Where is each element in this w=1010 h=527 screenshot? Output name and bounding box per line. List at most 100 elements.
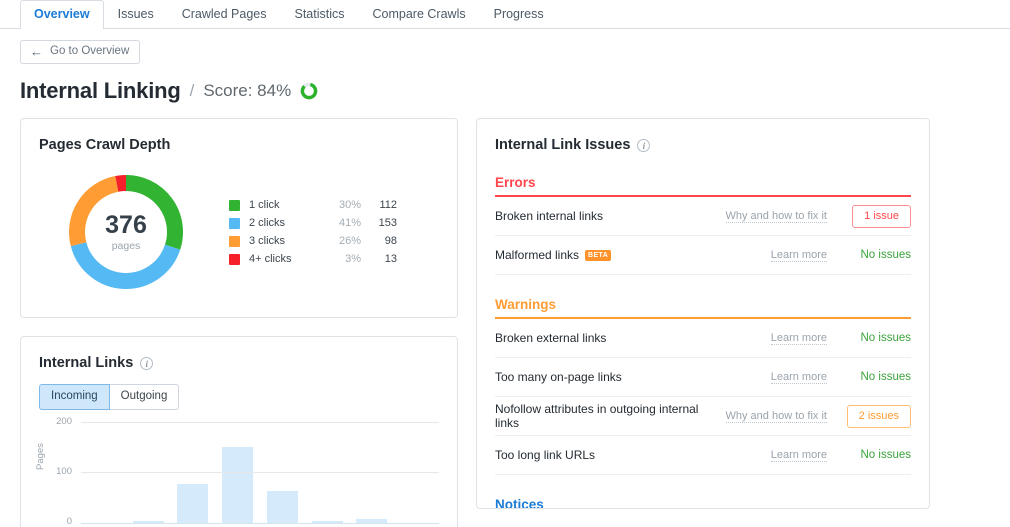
tab-progress[interactable]: Progress: [480, 0, 558, 29]
y-axis-label: Pages: [35, 443, 46, 470]
y-tick-label: 100: [56, 466, 72, 477]
issue-label-text: Too many on-page links: [495, 370, 622, 384]
beta-badge: BETA: [585, 250, 611, 261]
bar-slot[interactable]: [81, 424, 126, 523]
issue-label: Broken internal links: [495, 209, 699, 223]
back-button-row: ← Go to Overview: [0, 29, 1010, 64]
internal-links-card: Internal Links i Incoming Outgoing Pages…: [20, 336, 458, 527]
tab-compare-crawls[interactable]: Compare Crawls: [359, 0, 480, 29]
legend-percent: 30%: [321, 199, 361, 211]
gridline: 200: [81, 422, 439, 423]
issue-row[interactable]: Broken internal links Why and how to fix …: [495, 197, 911, 236]
issue-help-link[interactable]: Learn more: [699, 449, 827, 461]
issue-row[interactable]: Broken external links Learn more No issues: [495, 319, 911, 358]
bar-slot[interactable]: [215, 424, 260, 523]
legend-row[interactable]: 3 clicks26%98: [229, 232, 397, 250]
right-column: Internal Link Issues i ErrorsBroken inte…: [476, 118, 930, 509]
bar-slot[interactable]: [394, 424, 439, 523]
issue-help-link[interactable]: Learn more: [699, 332, 827, 344]
legend-count: 13: [361, 253, 397, 265]
legend-label: 1 click: [249, 199, 321, 211]
bar[interactable]: [177, 484, 208, 523]
bar-slot[interactable]: [260, 424, 305, 523]
legend-label: 2 clicks: [249, 217, 321, 229]
issue-status: No issues: [827, 249, 911, 261]
content-columns: Pages Crawl Depth 376 pages 1 click30%11…: [0, 104, 1010, 527]
legend-count: 98: [361, 235, 397, 247]
bar-slot[interactable]: [350, 424, 395, 523]
donut-slice-3[interactable]: [117, 183, 126, 184]
issue-label-text: Nofollow attributes in outgoing internal…: [495, 402, 699, 430]
issue-help-link-text: Why and how to fix it: [726, 210, 828, 223]
status-badge[interactable]: 1 issue: [852, 205, 911, 228]
issues-section-header-warnings: Warnings: [495, 297, 911, 319]
legend-row[interactable]: 4+ clicks3%13: [229, 250, 397, 268]
issue-help-link-text: Learn more: [771, 249, 827, 262]
go-to-overview-button[interactable]: ← Go to Overview: [20, 40, 140, 64]
issue-help-link-text: Learn more: [771, 449, 827, 462]
legend-percent: 26%: [321, 235, 361, 247]
bar-slot[interactable]: [126, 424, 171, 523]
legend-count: 153: [361, 217, 397, 229]
issue-label-text: Broken internal links: [495, 209, 603, 223]
issue-status: 1 issue: [827, 205, 911, 228]
gridline: 0: [81, 522, 439, 523]
toggle-incoming[interactable]: Incoming: [39, 384, 110, 410]
internal-links-title: Internal Links i: [39, 355, 439, 371]
issue-row[interactable]: Malformed linksBETA Learn moreNo issues: [495, 236, 911, 275]
info-icon[interactable]: i: [637, 139, 650, 152]
legend-row[interactable]: 2 clicks41%153: [229, 214, 397, 232]
issue-status: 2 issues: [827, 405, 911, 428]
status-no-issues: No issues: [861, 371, 912, 383]
issue-help-link[interactable]: Learn more: [699, 249, 827, 261]
donut-svg: [61, 167, 191, 297]
bar-slot[interactable]: [171, 424, 216, 523]
issue-help-link[interactable]: Learn more: [699, 371, 827, 383]
legend-swatch-icon: [229, 200, 240, 211]
issue-label: Too many on-page links: [495, 370, 699, 384]
legend-swatch-icon: [229, 218, 240, 229]
score-ring-icon: [300, 82, 318, 100]
score-label: Score: 84%: [203, 81, 291, 101]
crawl-depth-donut-chart: 376 pages: [61, 167, 191, 297]
status-badge[interactable]: 2 issues: [847, 405, 911, 428]
issue-help-link[interactable]: Why and how to fix it: [699, 410, 827, 422]
issue-status: No issues: [827, 332, 911, 344]
legend-percent: 3%: [321, 253, 361, 265]
legend-percent: 41%: [321, 217, 361, 229]
tab-statistics[interactable]: Statistics: [281, 0, 359, 29]
bar-slot[interactable]: [305, 424, 350, 523]
issue-label: Too long link URLs: [495, 448, 699, 462]
issue-row[interactable]: Too many on-page links Learn more No issue…: [495, 358, 911, 397]
issue-label-text: Broken external links: [495, 331, 606, 345]
issue-help-link[interactable]: Why and how to fix it: [699, 210, 827, 222]
status-no-issues: No issues: [861, 449, 912, 461]
page-title-row: Internal Linking / Score: 84%: [0, 64, 1010, 104]
issues-section-header-errors: Errors: [495, 175, 911, 197]
internal-links-bar-chart: Pages 0100200 012–56–1516–5051–150151–50…: [39, 424, 439, 527]
internal-link-issues-card: Internal Link Issues i ErrorsBroken inte…: [476, 118, 930, 509]
issue-label: Nofollow attributes in outgoing internal…: [495, 402, 699, 430]
bar[interactable]: [222, 447, 253, 523]
donut-slice-2[interactable]: [77, 184, 117, 244]
legend-row[interactable]: 1 click30%112: [229, 196, 397, 214]
toggle-outgoing[interactable]: Outgoing: [110, 384, 180, 410]
issue-row[interactable]: Nofollow attributes in outgoing internal…: [495, 397, 911, 436]
pages-crawl-depth-title: Pages Crawl Depth: [39, 137, 439, 153]
bar[interactable]: [267, 491, 298, 524]
info-icon[interactable]: i: [140, 357, 153, 370]
issue-label: Malformed linksBETA: [495, 248, 699, 262]
issue-help-link-text: Learn more: [771, 332, 827, 345]
legend-swatch-icon: [229, 236, 240, 247]
issue-help-link-text: Why and how to fix it: [726, 410, 828, 423]
legend-label: 3 clicks: [249, 235, 321, 247]
status-no-issues: No issues: [861, 332, 912, 344]
tab-overview[interactable]: Overview: [20, 0, 104, 29]
donut-slice-1[interactable]: [79, 244, 173, 281]
tab-crawled-pages[interactable]: Crawled Pages: [168, 0, 281, 29]
legend-swatch-icon: [229, 254, 240, 265]
donut-slice-0[interactable]: [126, 183, 175, 247]
tab-issues[interactable]: Issues: [104, 0, 168, 29]
issue-status: No issues: [827, 371, 911, 383]
issue-row[interactable]: Too long link URLs Learn more No issues: [495, 436, 911, 475]
